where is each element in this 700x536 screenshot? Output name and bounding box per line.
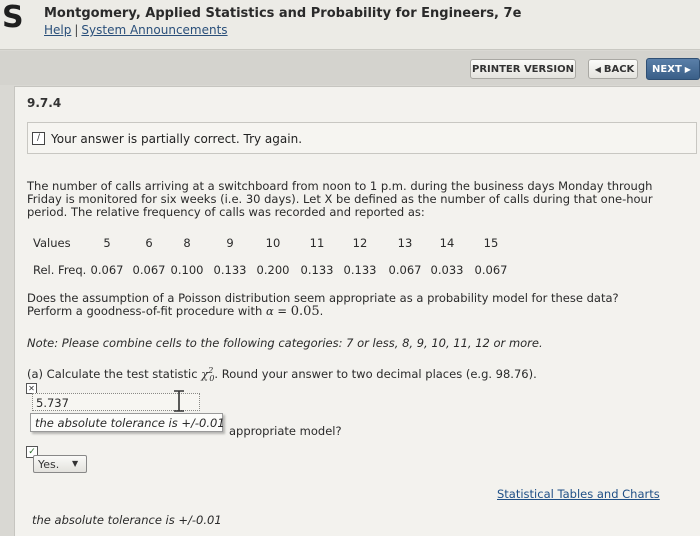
- page-title: Montgomery, Applied Statistics and Proba…: [44, 6, 522, 21]
- rel-freq-cell: 0.133: [343, 263, 377, 277]
- value-cell: 13: [397, 236, 413, 250]
- note-text: Note: Please combine cells to the follow…: [27, 336, 543, 350]
- part-a-prefix: (a) Calculate the test statistic: [27, 366, 198, 381]
- rel-freq-cell: 0.200: [256, 263, 290, 277]
- help-link[interactable]: Help: [44, 23, 71, 37]
- values-label: Values: [33, 236, 71, 250]
- value-cell: 5: [103, 236, 111, 250]
- system-announcements-link[interactable]: System Announcements: [81, 23, 227, 37]
- rel-freq-label: Rel. Freq.: [33, 263, 87, 277]
- header-links: Help | System Announcements: [44, 23, 228, 37]
- next-button[interactable]: NEXT ▶: [646, 58, 700, 80]
- problem-number: 9.7.4: [27, 96, 62, 110]
- value-cell: 6: [145, 236, 153, 250]
- value-cell: 12: [352, 236, 368, 250]
- equals-sign: =: [273, 304, 291, 318]
- status-message: Your answer is partially correct. Try ag…: [51, 132, 303, 146]
- part-a-prompt: (a) Calculate the test statistic χ20. Ro…: [27, 364, 687, 385]
- logo: S: [2, 0, 24, 35]
- value-cell: 8: [183, 236, 191, 250]
- back-label: BACK: [603, 63, 635, 75]
- next-arrow-icon: ▶: [684, 64, 691, 74]
- rel-freq-cell: 0.067: [90, 263, 124, 277]
- part-a-suffix: . Round your answer to two decimal place…: [214, 366, 537, 381]
- alpha-symbol: α: [265, 304, 274, 318]
- chi-square-symbol: χ20: [201, 366, 214, 383]
- question-line-2-text: Perform a goodness-of-fit procedure with: [27, 304, 263, 318]
- tolerance-tooltip-text: the absolute tolerance is +/-0.01: [35, 416, 225, 430]
- next-label: NEXT: [652, 63, 682, 75]
- question-text: Does the assumption of a Poisson distrib…: [27, 292, 687, 319]
- printer-version-button[interactable]: PRINTER VERSION: [470, 59, 576, 79]
- back-button[interactable]: ◀ BACK: [588, 59, 638, 79]
- question-line-2: Perform a goodness-of-fit procedure with…: [27, 304, 687, 319]
- select-value: Yes.: [38, 458, 60, 471]
- value-cell: 14: [439, 236, 455, 250]
- value-cell: 10: [265, 236, 281, 250]
- toolbar: PRINTER VERSION ◀ BACK NEXT ▶: [0, 51, 700, 85]
- rel-freq-cell: 0.133: [300, 263, 334, 277]
- period: .: [319, 304, 324, 318]
- partial-credit-icon: ∕: [32, 132, 45, 145]
- part-b-prompt-fragment: appropriate model?: [229, 424, 342, 438]
- tolerance-text: the absolute tolerance is +/-0.01: [32, 513, 222, 527]
- value-cell: 15: [483, 236, 499, 250]
- value-cell: 9: [226, 236, 234, 250]
- test-statistic-value: 5.737: [36, 396, 69, 410]
- text-cursor-icon: [174, 390, 184, 412]
- link-separator: |: [74, 23, 79, 37]
- chevron-down-icon: ▼: [72, 459, 79, 468]
- problem-intro: The number of calls arriving at a switch…: [27, 179, 653, 219]
- rel-freq-cell: 0.100: [170, 263, 204, 277]
- header: S Montgomery, Applied Statistics and Pro…: [0, 0, 700, 50]
- rel-freq-cell: 0.067: [388, 263, 422, 277]
- rel-freq-cell: 0.033: [430, 263, 464, 277]
- rel-freq-cell: 0.067: [474, 263, 508, 277]
- value-cell: 11: [309, 236, 325, 250]
- question-panel: 9.7.4 ∕ Your answer is partially correct…: [14, 86, 700, 536]
- back-arrow-icon: ◀: [594, 64, 601, 74]
- alpha-value: 0.05: [290, 304, 320, 319]
- appropriate-model-select[interactable]: Yes. ▼: [33, 455, 87, 473]
- rel-freq-cell: 0.133: [213, 263, 247, 277]
- statistical-tables-link[interactable]: Statistical Tables and Charts: [497, 487, 660, 501]
